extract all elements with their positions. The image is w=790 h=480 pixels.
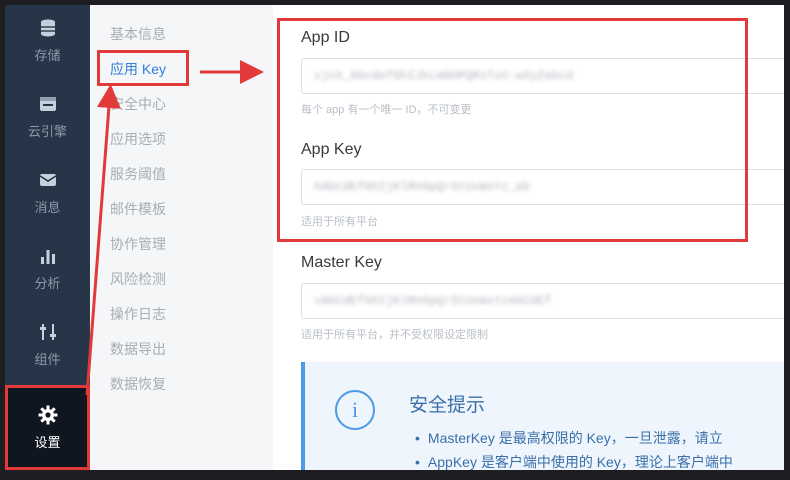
highlight-box-keys [277,18,748,242]
sidebar-item-label: 云引擎 [27,123,67,139]
master-key-field[interactable]: vAbCdEfGhIjKlMnOpQrStUvWxYzAbCdEf [301,283,784,319]
master-key-hint: 适用于所有平台，并不受权限设定限制 [301,329,488,341]
submenu-item-security-center[interactable]: 安全中心 [110,93,166,115]
sidebar-item-storage[interactable]: 存储 [5,5,90,75]
sidebar-item-label: 消息 [34,199,61,215]
submenu-item-data-restore[interactable]: 数据恢复 [110,373,166,395]
submenu-item-data-export[interactable]: 数据导出 [110,338,166,360]
message-icon [39,173,56,186]
sidebar-item-settings[interactable]: 设置 [5,385,90,470]
cloud-engine-icon [39,96,56,111]
sidebar-item-messages[interactable]: 消息 [5,157,90,227]
notice-line-text: MasterKey 是最高权限的 Key，一旦泄露，请立 [427,430,723,446]
master-key-value: vAbCdEfGhIjKlMnOpQrStUvWxYzAbCdEf [314,294,552,308]
sidebar-item-components[interactable]: 组件 [5,309,90,379]
sliders-icon [39,323,56,340]
sidebar-item-label: 设置 [34,435,61,450]
app-window: 存储 云引擎 消息 分析 组件 设置 基本信息 应用 Key 安全中心 应用选项… [5,5,784,470]
submenu-item-basic-info[interactable]: 基本信息 [110,23,166,45]
sidebar-item-label: 存储 [34,47,61,63]
sidebar-item-label: 分析 [34,275,61,291]
submenu-item-service-threshold[interactable]: 服务阈值 [110,163,166,185]
database-icon [40,19,55,36]
security-notice: i 安全提示 • MasterKey 是最高权限的 Key，一旦泄露，请立 • Ap… [301,362,784,470]
notice-line: • MasterKey 是最高权限的 Key，一旦泄露，请立 [415,428,723,448]
notice-line-text: AppKey 是客户端中使用的 Key，理论上客户端中 [427,454,733,470]
bullet-icon: • [415,454,420,470]
gear-icon [38,405,57,425]
highlight-box-app-key [97,50,189,86]
sidebar-item-cloud-engine[interactable]: 云引擎 [5,81,90,151]
info-icon: i [335,390,375,430]
notice-title: 安全提示 [409,395,486,416]
notice-line: • AppKey 是客户端中使用的 Key，理论上客户端中 [415,452,733,470]
sidebar-item-label: 组件 [34,351,61,367]
main-sidebar: 存储 云引擎 消息 分析 组件 设置 [5,5,90,470]
bar-chart-icon [40,249,55,264]
submenu-item-app-options[interactable]: 应用选项 [110,128,166,150]
submenu-item-email-templates[interactable]: 邮件模板 [110,198,166,220]
master-key-title: Master Key [301,254,382,271]
submenu-item-operation-log[interactable]: 操作日志 [110,303,166,325]
sidebar-item-analytics[interactable]: 分析 [5,233,90,303]
bullet-icon: • [415,430,420,446]
submenu-item-risk-detection[interactable]: 风险检测 [110,268,166,290]
submenu-item-collaboration[interactable]: 协作管理 [110,233,166,255]
